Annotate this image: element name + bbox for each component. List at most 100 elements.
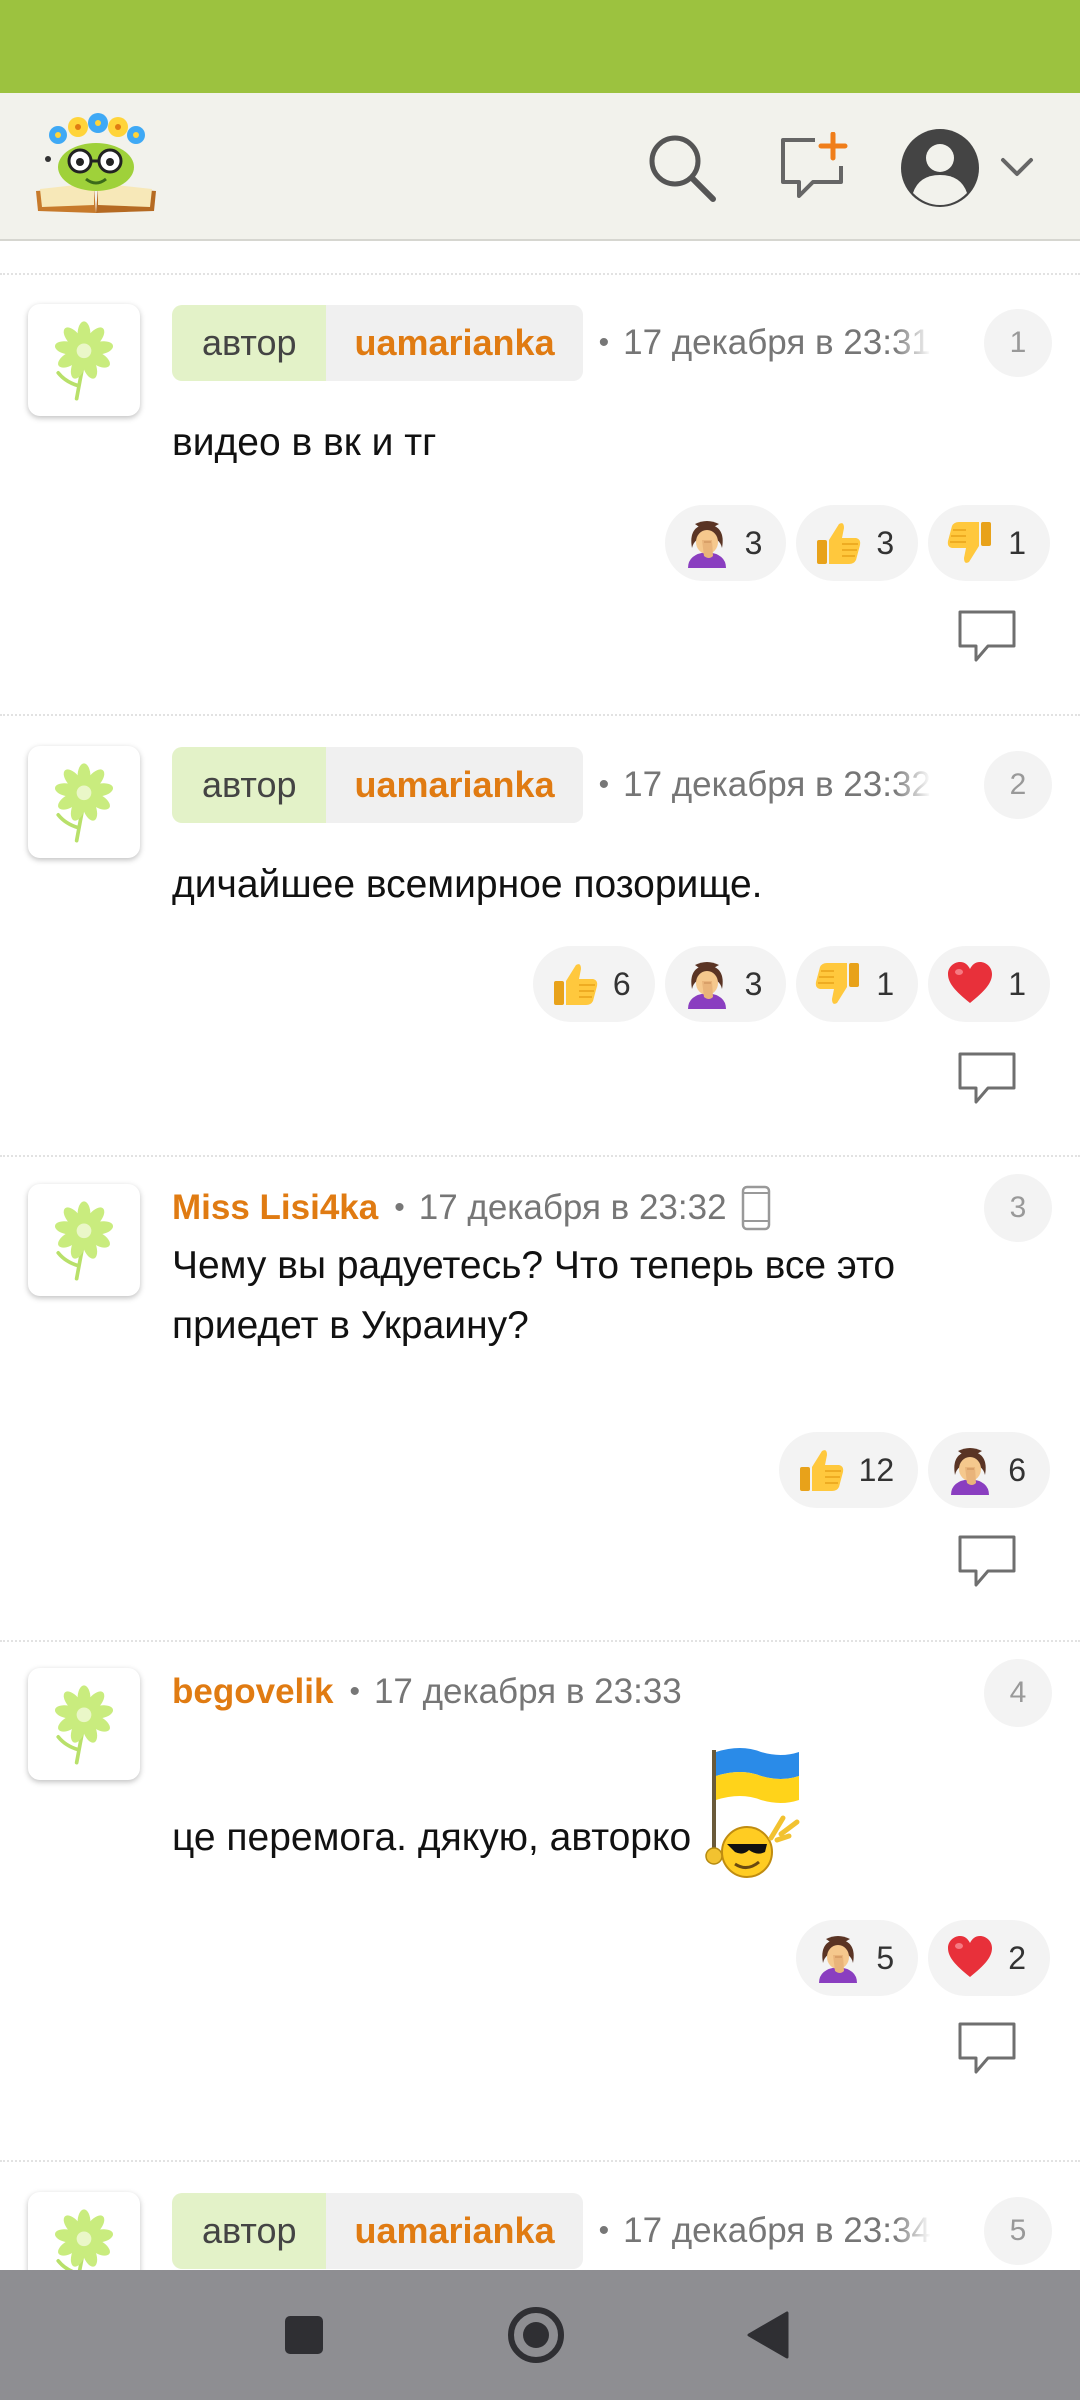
new-post-icon xyxy=(781,132,848,198)
home-button[interactable] xyxy=(496,2295,576,2375)
comment-meta: Miss Lisi4ka • 17 декабря в 23:32 xyxy=(172,1170,771,1246)
reaction-facepalm[interactable]: 5 xyxy=(796,1920,919,1996)
comment-meta: автор uamarianka • 17 декабря в 23:34 xyxy=(172,2193,931,2269)
flower-avatar-icon xyxy=(38,1194,130,1286)
heart-icon xyxy=(944,958,996,1010)
square-icon xyxy=(285,2316,323,2354)
heart-icon xyxy=(944,1932,996,1984)
timestamp[interactable]: 17 декабря в 23:33 xyxy=(374,1672,682,1712)
comment-number[interactable]: 5 xyxy=(984,2197,1052,2265)
author-label: автор xyxy=(172,747,327,823)
avatar[interactable] xyxy=(28,2192,140,2270)
reaction-count: 3 xyxy=(876,524,895,561)
reply-button[interactable] xyxy=(956,608,1018,664)
avatar[interactable] xyxy=(28,746,140,858)
divider xyxy=(0,2160,1080,2162)
username[interactable]: uamarianka xyxy=(326,747,583,823)
recents-button[interactable] xyxy=(264,2295,344,2375)
comment-number[interactable]: 3 xyxy=(984,1174,1052,1242)
avatar[interactable] xyxy=(28,1184,140,1296)
reply-button[interactable] xyxy=(956,2020,1018,2076)
reply-icon xyxy=(956,608,1018,664)
avatar[interactable] xyxy=(28,1668,140,1780)
timestamp[interactable]: 17 декабря в 23:34 xyxy=(623,2211,931,2251)
comment-text: видео в вк и тг xyxy=(172,421,437,464)
reaction-heart[interactable]: 1 xyxy=(928,946,1050,1022)
system-navigation-bar xyxy=(0,2270,1080,2400)
back-button[interactable] xyxy=(728,2295,808,2375)
flower-avatar-icon xyxy=(38,756,130,848)
avatar[interactable] xyxy=(28,304,140,416)
comment-meta: автор uamarianka • 17 декабря в 23:31 xyxy=(172,305,931,381)
author-tag[interactable]: автор uamarianka xyxy=(172,747,583,823)
app-header xyxy=(0,93,1080,241)
flower-avatar-icon xyxy=(38,1678,130,1770)
reaction-count: 1 xyxy=(1008,965,1026,1002)
reaction-facepalm[interactable]: 3 xyxy=(664,505,787,581)
separator-dot: • xyxy=(598,768,610,801)
timestamp[interactable]: 17 декабря в 23:31 xyxy=(623,323,931,363)
reaction-count: 2 xyxy=(1008,1939,1026,1976)
facepalm-icon xyxy=(681,958,733,1010)
separator-dot: • xyxy=(349,1675,360,1708)
comment: автор uamarianka • 17 декабря в 23:34 5 xyxy=(0,2164,1080,2270)
new-post-button[interactable] xyxy=(768,123,858,213)
username[interactable]: Miss Lisi4ka xyxy=(172,1188,378,1228)
search-icon xyxy=(649,135,716,202)
reply-button[interactable] xyxy=(956,1533,1018,1589)
reply-button[interactable] xyxy=(956,1050,1018,1106)
username[interactable]: begovelik xyxy=(172,1672,333,1712)
thumbs-down-icon xyxy=(812,958,864,1010)
reaction-facepalm[interactable]: 6 xyxy=(928,1432,1050,1508)
timestamp[interactable]: 17 декабря в 23:32 xyxy=(623,765,931,805)
reply-icon xyxy=(956,2020,1018,2076)
separator-dot: • xyxy=(598,326,610,359)
search-button[interactable] xyxy=(637,123,727,213)
reactions: 3 3 1 xyxy=(664,505,1050,581)
comment: автор uamarianka • 17 декабря в 23:32 2 … xyxy=(0,718,1080,1157)
reaction-thumbs-down[interactable]: 1 xyxy=(928,505,1050,581)
reaction-facepalm[interactable]: 3 xyxy=(664,946,787,1022)
divider xyxy=(0,714,1080,716)
flower-avatar-icon xyxy=(38,314,130,406)
reaction-count: 12 xyxy=(858,1451,895,1488)
divider xyxy=(0,1155,1080,1157)
author-label: автор xyxy=(172,305,327,381)
comment: begovelik • 17 декабря в 23:33 4 це пере… xyxy=(0,1644,1080,2162)
separator-dot: • xyxy=(394,1191,405,1224)
thumbs-up-icon xyxy=(549,958,601,1010)
reaction-thumbs-up[interactable]: 12 xyxy=(778,1432,919,1508)
comment-number[interactable]: 2 xyxy=(984,751,1052,819)
comment-text: це перемога. дякую, авторко xyxy=(172,1742,1052,1882)
author-label: автор xyxy=(172,2193,327,2269)
author-tag[interactable]: автор uamarianka xyxy=(172,2193,583,2269)
thumbs-down-icon xyxy=(944,517,996,569)
reaction-thumbs-up[interactable]: 6 xyxy=(532,946,655,1022)
home-circle-icon xyxy=(508,2307,564,2363)
profile-menu-button[interactable] xyxy=(893,123,1043,213)
timestamp[interactable]: 17 декабря в 23:32 xyxy=(419,1188,727,1228)
reply-icon xyxy=(956,1050,1018,1106)
username[interactable]: uamarianka xyxy=(326,305,583,381)
comment-text: дичайшее всемирное позорище. xyxy=(172,863,763,906)
comment: автор uamarianka • 17 декабря в 23:31 1 … xyxy=(0,276,1080,716)
comments-feed[interactable]: автор uamarianka • 17 декабря в 23:31 1 … xyxy=(0,243,1080,2270)
divider xyxy=(0,1640,1080,1642)
username[interactable]: uamarianka xyxy=(326,2193,583,2269)
reaction-heart[interactable]: 2 xyxy=(928,1920,1050,1996)
comment-number[interactable]: 4 xyxy=(984,1659,1052,1727)
comment-meta: автор uamarianka • 17 декабря в 23:32 xyxy=(172,747,931,823)
author-tag[interactable]: автор uamarianka xyxy=(172,305,583,381)
comment-number[interactable]: 1 xyxy=(984,309,1052,377)
facepalm-icon xyxy=(944,1444,996,1496)
reactions: 6 3 1 1 xyxy=(532,946,1050,1022)
flower-avatar-icon xyxy=(38,2202,130,2270)
app-logo[interactable] xyxy=(34,109,158,219)
mobile-device-icon xyxy=(741,1185,771,1231)
chevron-down-icon xyxy=(1001,158,1033,176)
reaction-thumbs-down[interactable]: 1 xyxy=(796,946,919,1022)
reactions: 12 6 xyxy=(778,1432,1050,1508)
comment-text: Чему вы радуетесь? Что теперь все это пр… xyxy=(172,1244,896,1347)
thumbs-up-icon xyxy=(795,1444,847,1496)
reaction-thumbs-up[interactable]: 3 xyxy=(796,505,919,581)
